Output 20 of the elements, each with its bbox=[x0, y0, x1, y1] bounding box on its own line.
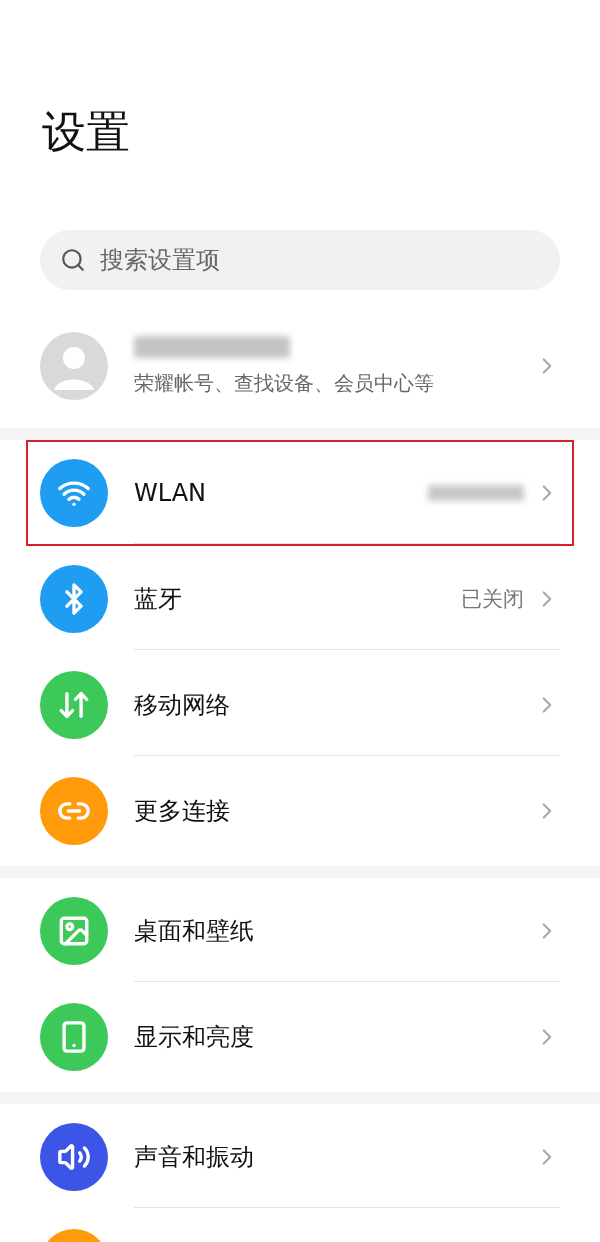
row-label: 蓝牙 bbox=[134, 583, 183, 615]
settings-row[interactable]: 更多连接 bbox=[26, 758, 574, 864]
settings-row[interactable]: WLAN bbox=[26, 440, 574, 546]
row-label: 移动网络 bbox=[134, 689, 231, 721]
row-label: 声音和振动 bbox=[134, 1141, 255, 1173]
settings-row[interactable]: 移动网络 bbox=[26, 652, 574, 758]
row-value: 已关闭 bbox=[461, 585, 524, 613]
settings-row[interactable]: 显示和亮度 bbox=[26, 984, 574, 1090]
settings-row[interactable]: 蓝牙 已关闭 bbox=[26, 546, 574, 652]
row-label: 桌面和壁纸 bbox=[134, 915, 255, 947]
search-icon bbox=[60, 247, 86, 273]
search-field[interactable]: 搜索设置项 bbox=[40, 230, 560, 290]
row-label: 更多连接 bbox=[134, 796, 231, 827]
settings-row[interactable]: 声音和振动 bbox=[26, 1104, 574, 1210]
row-label: WLAN bbox=[134, 478, 208, 507]
account-subtitle: 荣耀帐号、查找设备、会员中心等 bbox=[134, 369, 435, 397]
settings-row[interactable]: 桌面和壁纸 bbox=[26, 878, 574, 984]
row-label: 显示和亮度 bbox=[134, 1022, 255, 1053]
page-title: 设置 bbox=[41, 105, 131, 159]
avatar-icon[interactable] bbox=[40, 332, 108, 400]
